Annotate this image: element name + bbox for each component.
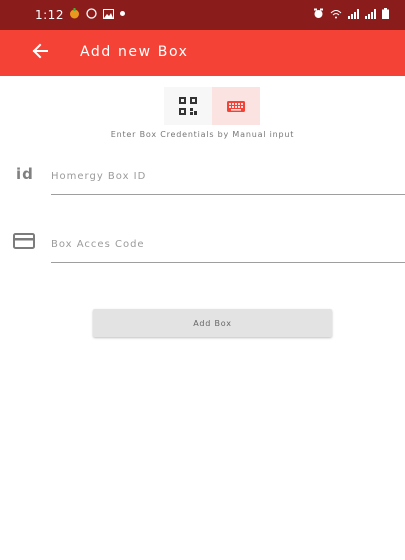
app-bar: Add new Box <box>0 30 405 76</box>
status-icons-left <box>69 8 125 19</box>
box-id-input[interactable] <box>51 164 405 195</box>
status-time: 1:12 <box>35 8 64 22</box>
whatsapp-icon <box>86 8 97 19</box>
app-icon <box>70 8 79 19</box>
status-bar: 1:12 <box>0 0 405 30</box>
alarm-icon <box>314 8 323 18</box>
add-box-button[interactable]: Add Box <box>93 309 332 337</box>
qr-code-icon <box>179 97 197 115</box>
input-mode-toggle <box>164 87 260 125</box>
status-icons-right <box>313 8 389 19</box>
notification-dot-icon <box>120 11 125 16</box>
access-code-input[interactable] <box>51 232 405 263</box>
page-title: Add new Box <box>80 44 189 60</box>
id-icon: id <box>16 165 34 183</box>
card-icon <box>13 233 35 249</box>
input-mode-instructions: Enter Box Credentials by Manual input <box>110 130 295 139</box>
gallery-icon <box>103 8 114 19</box>
back-arrow-icon[interactable] <box>32 43 48 59</box>
signal-icon <box>348 8 359 19</box>
signal-icon <box>365 8 376 19</box>
keyboard-icon <box>227 100 245 112</box>
wifi-icon <box>330 9 342 18</box>
battery-icon <box>382 8 389 19</box>
manual-input-button[interactable] <box>212 87 260 125</box>
qr-scan-button[interactable] <box>164 87 212 125</box>
